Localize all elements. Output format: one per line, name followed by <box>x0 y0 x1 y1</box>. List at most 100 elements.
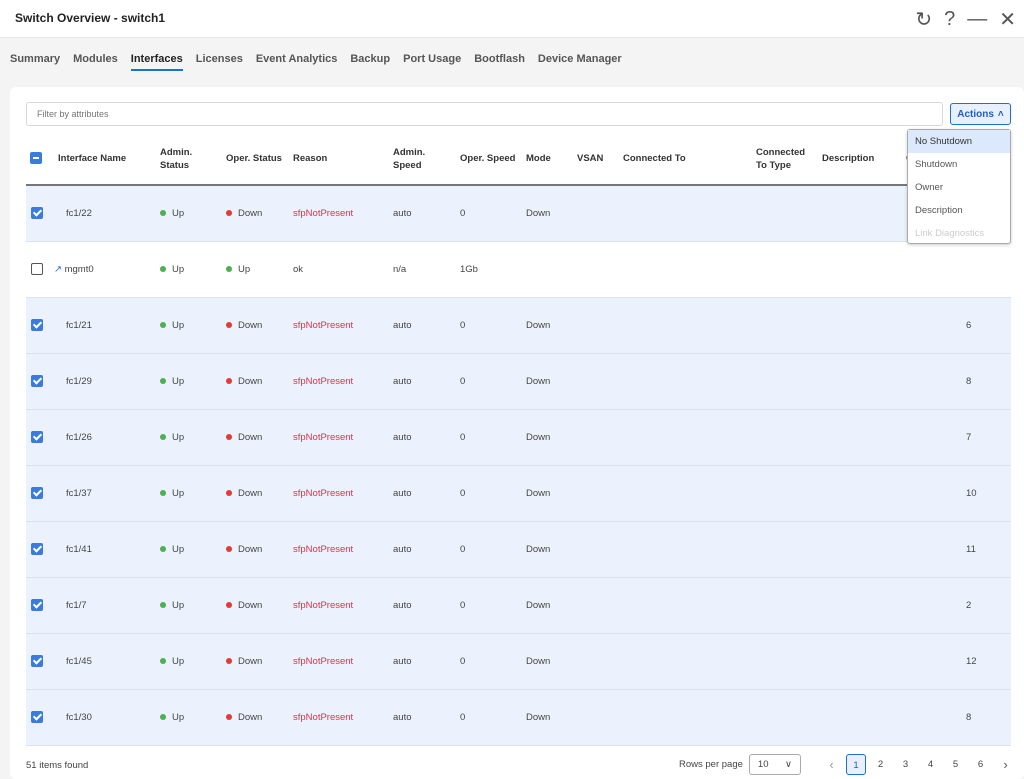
checkbox-cell <box>26 465 54 522</box>
cell-name-text[interactable]: fc1/30 <box>66 712 92 723</box>
table-row[interactable]: fc1/45 Up Down sfpNotPresent auto 0 Down 12 <box>26 633 1011 690</box>
column-header[interactable]: Admin. Status <box>156 133 222 186</box>
table-row[interactable]: fc1/37 Up Down sfpNotPresent auto 0 Down 10 <box>26 465 1011 522</box>
page-2-button[interactable]: 2 <box>868 754 893 775</box>
row-checkbox[interactable] <box>31 375 43 387</box>
page-6-button[interactable]: 6 <box>968 754 993 775</box>
table-row[interactable]: fc1/21 Up Down sfpNotPresent auto 0 Down 6 <box>26 297 1011 354</box>
cell-aspeed-text: n/a <box>393 263 407 275</box>
column-header[interactable]: Connected To Type <box>752 133 818 186</box>
row-checkbox[interactable] <box>31 319 43 331</box>
cell-admin: Up <box>156 689 222 746</box>
row-checkbox[interactable] <box>31 207 43 220</box>
minimize-icon[interactable]: — <box>967 8 987 31</box>
tab-modules[interactable]: Modules <box>73 53 118 71</box>
tab-port-usage[interactable]: Port Usage <box>403 53 461 71</box>
cell-name-text[interactable]: mgmt0 <box>65 264 94 275</box>
cell-name-text[interactable]: fc1/26 <box>66 432 92 443</box>
table-row[interactable]: fc1/41 Up Down sfpNotPresent auto 0 Down 11 <box>26 521 1011 578</box>
table-row[interactable]: fc1/26 Up Down sfpNotPresent auto 0 Down 7 <box>26 409 1011 466</box>
tab-backup[interactable]: Backup <box>350 53 390 71</box>
cell-name-text[interactable]: fc1/22 <box>66 208 92 219</box>
tab-device-manager[interactable]: Device Manager <box>538 53 622 71</box>
cell-last: 8 <box>962 689 1011 746</box>
column-header[interactable]: Description <box>818 133 902 186</box>
cell-admin-text: Up <box>172 655 185 667</box>
tab-interfaces[interactable]: Interfaces <box>130 53 183 71</box>
refresh-icon[interactable]: ↻ <box>915 7 932 32</box>
cell-reason: sfpNotPresent <box>289 521 389 578</box>
column-header[interactable]: Admin. Speed <box>389 133 456 186</box>
cell-reason-text: sfpNotPresent <box>293 599 354 611</box>
checkbox-cell <box>26 409 54 466</box>
tab-summary[interactable]: Summary <box>10 53 60 71</box>
menu-item-shutdown[interactable]: Shutdown <box>908 153 1010 176</box>
cell-reason-text: sfpNotPresent <box>293 543 354 555</box>
column-header[interactable]: Interface Name <box>54 133 156 186</box>
cell-ospeed-text: 0 <box>460 711 466 723</box>
cell-name-text[interactable]: fc1/7 <box>66 600 87 611</box>
row-checkbox[interactable] <box>31 263 43 275</box>
column-header[interactable]: Mode <box>522 133 573 186</box>
cell-name-text[interactable]: fc1/21 <box>66 320 92 331</box>
tab-bootflash[interactable]: Bootflash <box>474 53 525 71</box>
cell-ospeed-text: 0 <box>460 543 466 555</box>
column-header[interactable]: VSAN <box>573 133 619 186</box>
row-checkbox[interactable] <box>31 487 43 499</box>
cell-admin: Up <box>156 297 222 354</box>
column-header[interactable]: Oper. Status <box>222 133 289 186</box>
column-header[interactable]: Oper. Speed <box>456 133 522 186</box>
row-checkbox[interactable] <box>31 543 43 555</box>
menu-item-owner[interactable]: Owner <box>908 176 1010 199</box>
column-header[interactable]: Connected To <box>619 133 752 186</box>
page-1-button[interactable]: 1 <box>846 754 866 775</box>
cell-name-text[interactable]: fc1/45 <box>66 656 92 667</box>
tab-licenses[interactable]: Licenses <box>196 53 243 71</box>
cell-aspeed-text: auto <box>393 599 412 611</box>
table-row[interactable]: ↗ mgmt0 Up Up ok n/a 1Gb <box>26 241 1011 298</box>
rows-per-page-select[interactable]: 10 ∨ <box>748 754 801 775</box>
close-icon[interactable]: ✕ <box>999 7 1016 32</box>
table-row[interactable]: fc1/22 Up Down sfpNotPresent auto 0 Down <box>26 185 1011 242</box>
cell-name-text[interactable]: fc1/29 <box>66 376 92 387</box>
menu-item-description[interactable]: Description <box>908 199 1010 222</box>
cell-ospeed-text: 0 <box>460 319 466 331</box>
empty-cell <box>752 689 818 746</box>
cell-name-text[interactable]: fc1/41 <box>66 544 92 555</box>
cell-last <box>962 241 1011 298</box>
cell-mode-text: Down <box>526 207 551 219</box>
page-5-button[interactable]: 5 <box>943 754 968 775</box>
chevron-left-icon[interactable]: ‹ <box>819 757 844 772</box>
tab-event-analytics[interactable]: Event Analytics <box>256 53 338 71</box>
cell-admin-text: Up <box>172 375 185 387</box>
help-icon[interactable]: ? <box>944 8 955 31</box>
column-header[interactable]: Reason <box>289 133 389 186</box>
cell-reason-text: sfpNotPresent <box>293 207 354 219</box>
row-checkbox[interactable] <box>31 711 43 723</box>
cell-name-text[interactable]: fc1/37 <box>66 488 92 499</box>
empty-cell <box>619 409 752 466</box>
page-3-button[interactable]: 3 <box>893 754 918 775</box>
table-row[interactable]: fc1/29 Up Down sfpNotPresent auto 0 Down 8 <box>26 353 1011 410</box>
cell-name: ↗ mgmt0 <box>54 241 156 298</box>
actions-button[interactable]: Actions ˄ <box>950 103 1011 125</box>
table-row[interactable]: fc1/7 Up Down sfpNotPresent auto 0 Down 2 <box>26 577 1011 634</box>
row-checkbox[interactable] <box>31 431 43 443</box>
trend-icon: ↗ <box>54 263 65 275</box>
menu-item-no-shutdown[interactable]: No Shutdown <box>908 130 1010 153</box>
cell-ospeed: 0 <box>456 465 522 522</box>
cell-aspeed-text: auto <box>393 487 412 499</box>
select-all-checkbox[interactable] <box>30 152 42 165</box>
empty-cell <box>573 297 619 354</box>
row-checkbox[interactable] <box>31 599 43 611</box>
cell-admin-text: Up <box>172 599 185 611</box>
row-checkbox[interactable] <box>31 655 43 667</box>
chevron-right-icon[interactable]: › <box>993 757 1018 772</box>
empty-cell <box>619 521 752 578</box>
cell-name: fc1/37 <box>54 465 156 522</box>
filter-input[interactable] <box>26 102 943 126</box>
table-row[interactable]: fc1/30 Up Down sfpNotPresent auto 0 Down 8 <box>26 689 1011 746</box>
cell-ospeed: 0 <box>456 521 522 578</box>
cell-mode: Down <box>522 353 573 410</box>
page-4-button[interactable]: 4 <box>918 754 943 775</box>
